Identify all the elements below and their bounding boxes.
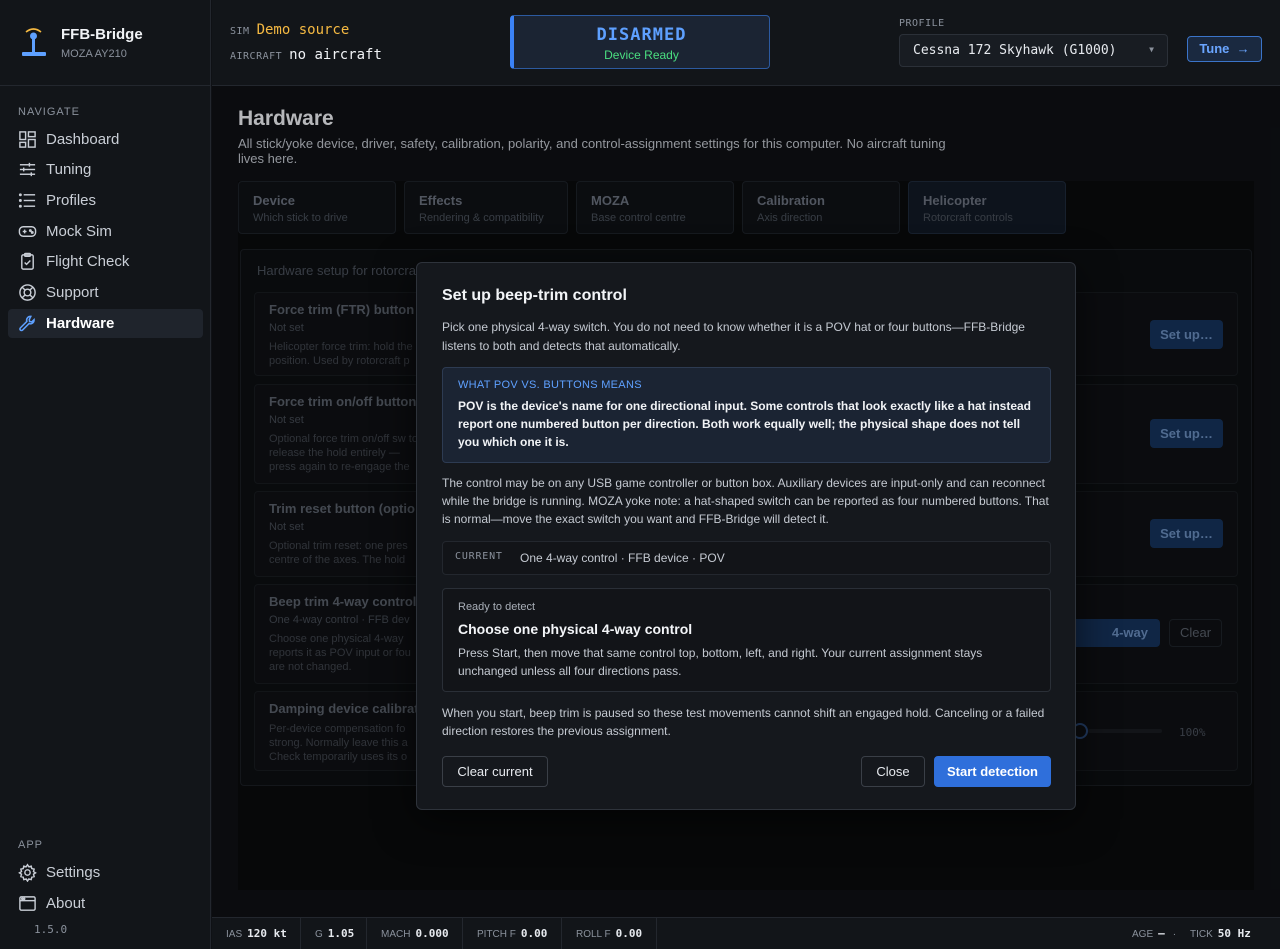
sidebar-item-label: Hardware <box>46 315 115 332</box>
window-icon <box>19 896 36 911</box>
arm-state: DISARMED <box>596 25 687 45</box>
aircraft-label: AIRCRAFT <box>230 51 283 62</box>
sidebar-item-label: Tuning <box>46 161 92 178</box>
profile-select[interactable]: Cessna 172 Skyhawk (G1000) ▼ <box>899 34 1168 67</box>
stat-label: TICK <box>1190 929 1213 940</box>
stat-g: G 1.05 <box>301 918 367 949</box>
sidebar-item-label: Support <box>46 284 99 301</box>
beep-trim-dialog: Set up beep-trim control Pick one physic… <box>416 262 1076 810</box>
sidebar-item-tuning[interactable]: Tuning <box>8 155 203 184</box>
status-bar: IAS 120 kt G 1.05 MACH 0.000 PITCH F 0.00 RO… <box>212 917 1280 949</box>
dashboard-icon <box>19 131 36 148</box>
stat-pitch-force: PITCH F 0.00 <box>463 918 562 949</box>
sidebar-item-profiles[interactable]: Profiles <box>8 186 203 215</box>
stat-mach: MACH 0.000 <box>367 918 463 949</box>
joystick-logo-icon <box>20 27 48 58</box>
aircraft-value: no aircraft <box>289 47 382 63</box>
sidebar-item-hardware[interactable]: Hardware <box>8 309 203 338</box>
sidebar-item-support[interactable]: Support <box>8 278 203 307</box>
stat-label: AGE <box>1132 929 1154 940</box>
clear-current-button[interactable]: Clear current <box>442 756 548 787</box>
stat-value: 1.05 <box>327 927 355 940</box>
stat-label: MACH <box>381 929 411 940</box>
dialog-intro: Pick one physical 4-way switch. You do n… <box>442 320 1025 353</box>
stat-tick: TICK 50 Hz <box>1176 918 1271 949</box>
app-version: 1.5.0 <box>34 923 68 936</box>
sidebar-item-flight-check[interactable]: Flight Check <box>8 247 203 276</box>
sim-label: SIM <box>230 26 250 37</box>
sidebar-item-label: Mock Sim <box>46 223 112 240</box>
callout-body: POV is the device's name for one directi… <box>458 399 1032 449</box>
stat-value: — <box>1158 927 1165 940</box>
sidebar-item-label: Settings <box>46 864 101 881</box>
nav-section-label: NAVIGATE <box>18 106 80 118</box>
sidebar-item-settings[interactable]: Settings <box>8 858 203 887</box>
chevron-down-icon: ▼ <box>1149 45 1154 54</box>
profile-value: Cessna 172 Skyhawk (G1000) <box>913 43 1117 58</box>
stat-value: 50 Hz <box>1217 927 1251 940</box>
stat-value: 0.00 <box>520 927 548 940</box>
dialog-footer-note: When you start, beep trim is paused so t… <box>442 706 1045 738</box>
stat-label: ROLL F <box>576 929 611 940</box>
stat-ias: IAS 120 kt <box>212 918 301 949</box>
sidebar: FFB-Bridge MOZA AY210 NAVIGATE Dashboard… <box>0 0 211 949</box>
sidebar-item-label: About <box>46 895 86 912</box>
detect-description: Press Start, then move that same control… <box>458 646 983 678</box>
sim-value: Demo source <box>256 22 350 38</box>
callout-heading: WHAT POV VS. BUTTONS MEANS <box>458 379 642 391</box>
dialog-note: The control may be on any USB game contr… <box>442 476 1049 526</box>
stat-label: G <box>315 929 323 940</box>
current-value: One 4-way control · FFB device · POV <box>520 551 725 565</box>
close-button[interactable]: Close <box>861 756 925 787</box>
tune-label: Tune <box>1199 41 1230 56</box>
gamepad-icon <box>18 226 37 237</box>
stat-value: 0.00 <box>615 927 643 940</box>
sidebar-item-label: Profiles <box>46 192 97 209</box>
detect-status: Ready to detect <box>458 601 536 613</box>
brand: FFB-Bridge MOZA AY210 <box>0 0 210 86</box>
aircraft: AIRCRAFT no aircraft <box>230 46 382 63</box>
arrow-right-icon: → <box>1233 41 1250 56</box>
device-status: Device Ready <box>604 48 679 62</box>
stat-value: 0.000 <box>415 927 449 940</box>
current-assignment: CURRENT One 4-way control · FFB device ·… <box>442 541 1051 575</box>
stat-age: AGE — · <box>1118 918 1182 949</box>
topbar: SIM Demo source AIRCRAFT no aircraft DISAR… <box>212 0 1280 86</box>
detection-panel: Ready to detect Choose one physical 4-wa… <box>442 588 1051 692</box>
sim-source: SIM Demo source <box>230 21 349 38</box>
lifebuoy-icon <box>19 284 36 301</box>
sidebar-item-about[interactable]: About <box>8 889 203 918</box>
current-label: CURRENT <box>455 551 503 562</box>
sidebar-item-label: Dashboard <box>46 131 120 148</box>
start-detection-button[interactable]: Start detection <box>934 756 1051 787</box>
gear-icon <box>18 863 37 882</box>
sidebar-item-mock-sim[interactable]: Mock Sim <box>8 217 203 246</box>
app-name: FFB-Bridge <box>61 25 143 43</box>
pov-info-callout: WHAT POV VS. BUTTONS MEANS POV is the de… <box>442 367 1051 463</box>
stat-value: 120 kt <box>247 927 287 940</box>
sidebar-item-dashboard[interactable]: Dashboard <box>8 125 203 154</box>
dialog-title: Set up beep-trim control <box>442 287 627 304</box>
detect-title: Choose one physical 4-way control <box>458 621 693 637</box>
app-section-label: APP <box>18 839 44 851</box>
clipboard-check-icon <box>21 252 34 270</box>
sidebar-item-label: Flight Check <box>46 253 130 270</box>
stat-roll-force: ROLL F 0.00 <box>562 918 657 949</box>
tune-button[interactable]: Tune → <box>1187 36 1262 62</box>
device-name: MOZA AY210 <box>61 47 127 60</box>
arm-status-panel[interactable]: DISARMED Device Ready <box>510 15 770 69</box>
profile-label: PROFILE <box>899 18 945 29</box>
stat-label: PITCH F <box>477 929 516 940</box>
sliders-icon <box>19 162 36 177</box>
wrench-icon <box>19 315 35 332</box>
stat-label: IAS <box>226 929 243 940</box>
list-icon <box>18 193 36 208</box>
